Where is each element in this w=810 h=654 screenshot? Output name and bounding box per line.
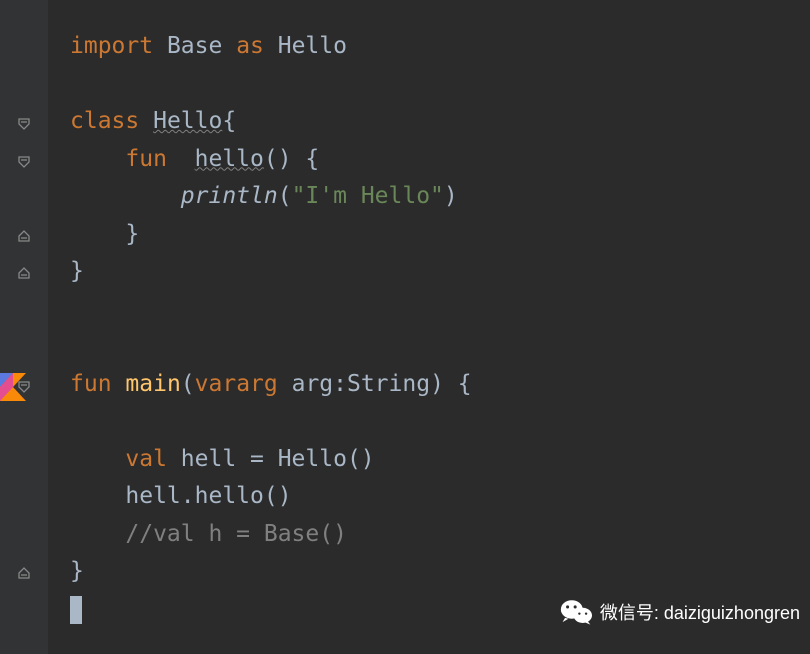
code-line: } xyxy=(48,253,810,291)
fold-end-icon[interactable] xyxy=(17,266,31,280)
code-line: //val h = Base() xyxy=(48,516,810,554)
code-line: println("I'm Hello") xyxy=(48,178,810,216)
code-line: fun main(vararg arg:String) { xyxy=(48,366,810,404)
watermark-text: 微信号: daiziguizhongren xyxy=(600,599,800,625)
fold-collapse-icon[interactable] xyxy=(17,117,31,131)
wechat-icon xyxy=(560,598,592,626)
code-line: fun hello() { xyxy=(48,141,810,179)
fold-collapse-icon[interactable] xyxy=(17,155,31,169)
code-line: val hell = Hello() xyxy=(48,441,810,479)
code-editor: import Base as Hello class Hello{ fun he… xyxy=(0,0,810,654)
code-line: class Hello{ xyxy=(48,103,810,141)
code-content[interactable]: import Base as Hello class Hello{ fun he… xyxy=(48,0,810,654)
fold-end-icon[interactable] xyxy=(17,566,31,580)
code-line: } xyxy=(48,553,810,591)
fold-end-icon[interactable] xyxy=(17,229,31,243)
code-line xyxy=(48,328,810,366)
code-line: hell.hello() xyxy=(48,478,810,516)
code-line xyxy=(48,291,810,329)
fold-collapse-icon[interactable] xyxy=(17,380,31,394)
code-line: import Base as Hello xyxy=(48,28,810,66)
code-line xyxy=(48,66,810,104)
wechat-watermark: 微信号: daiziguizhongren xyxy=(560,598,800,626)
code-line xyxy=(48,403,810,441)
editor-gutter xyxy=(0,0,48,654)
code-line: } xyxy=(48,216,810,254)
